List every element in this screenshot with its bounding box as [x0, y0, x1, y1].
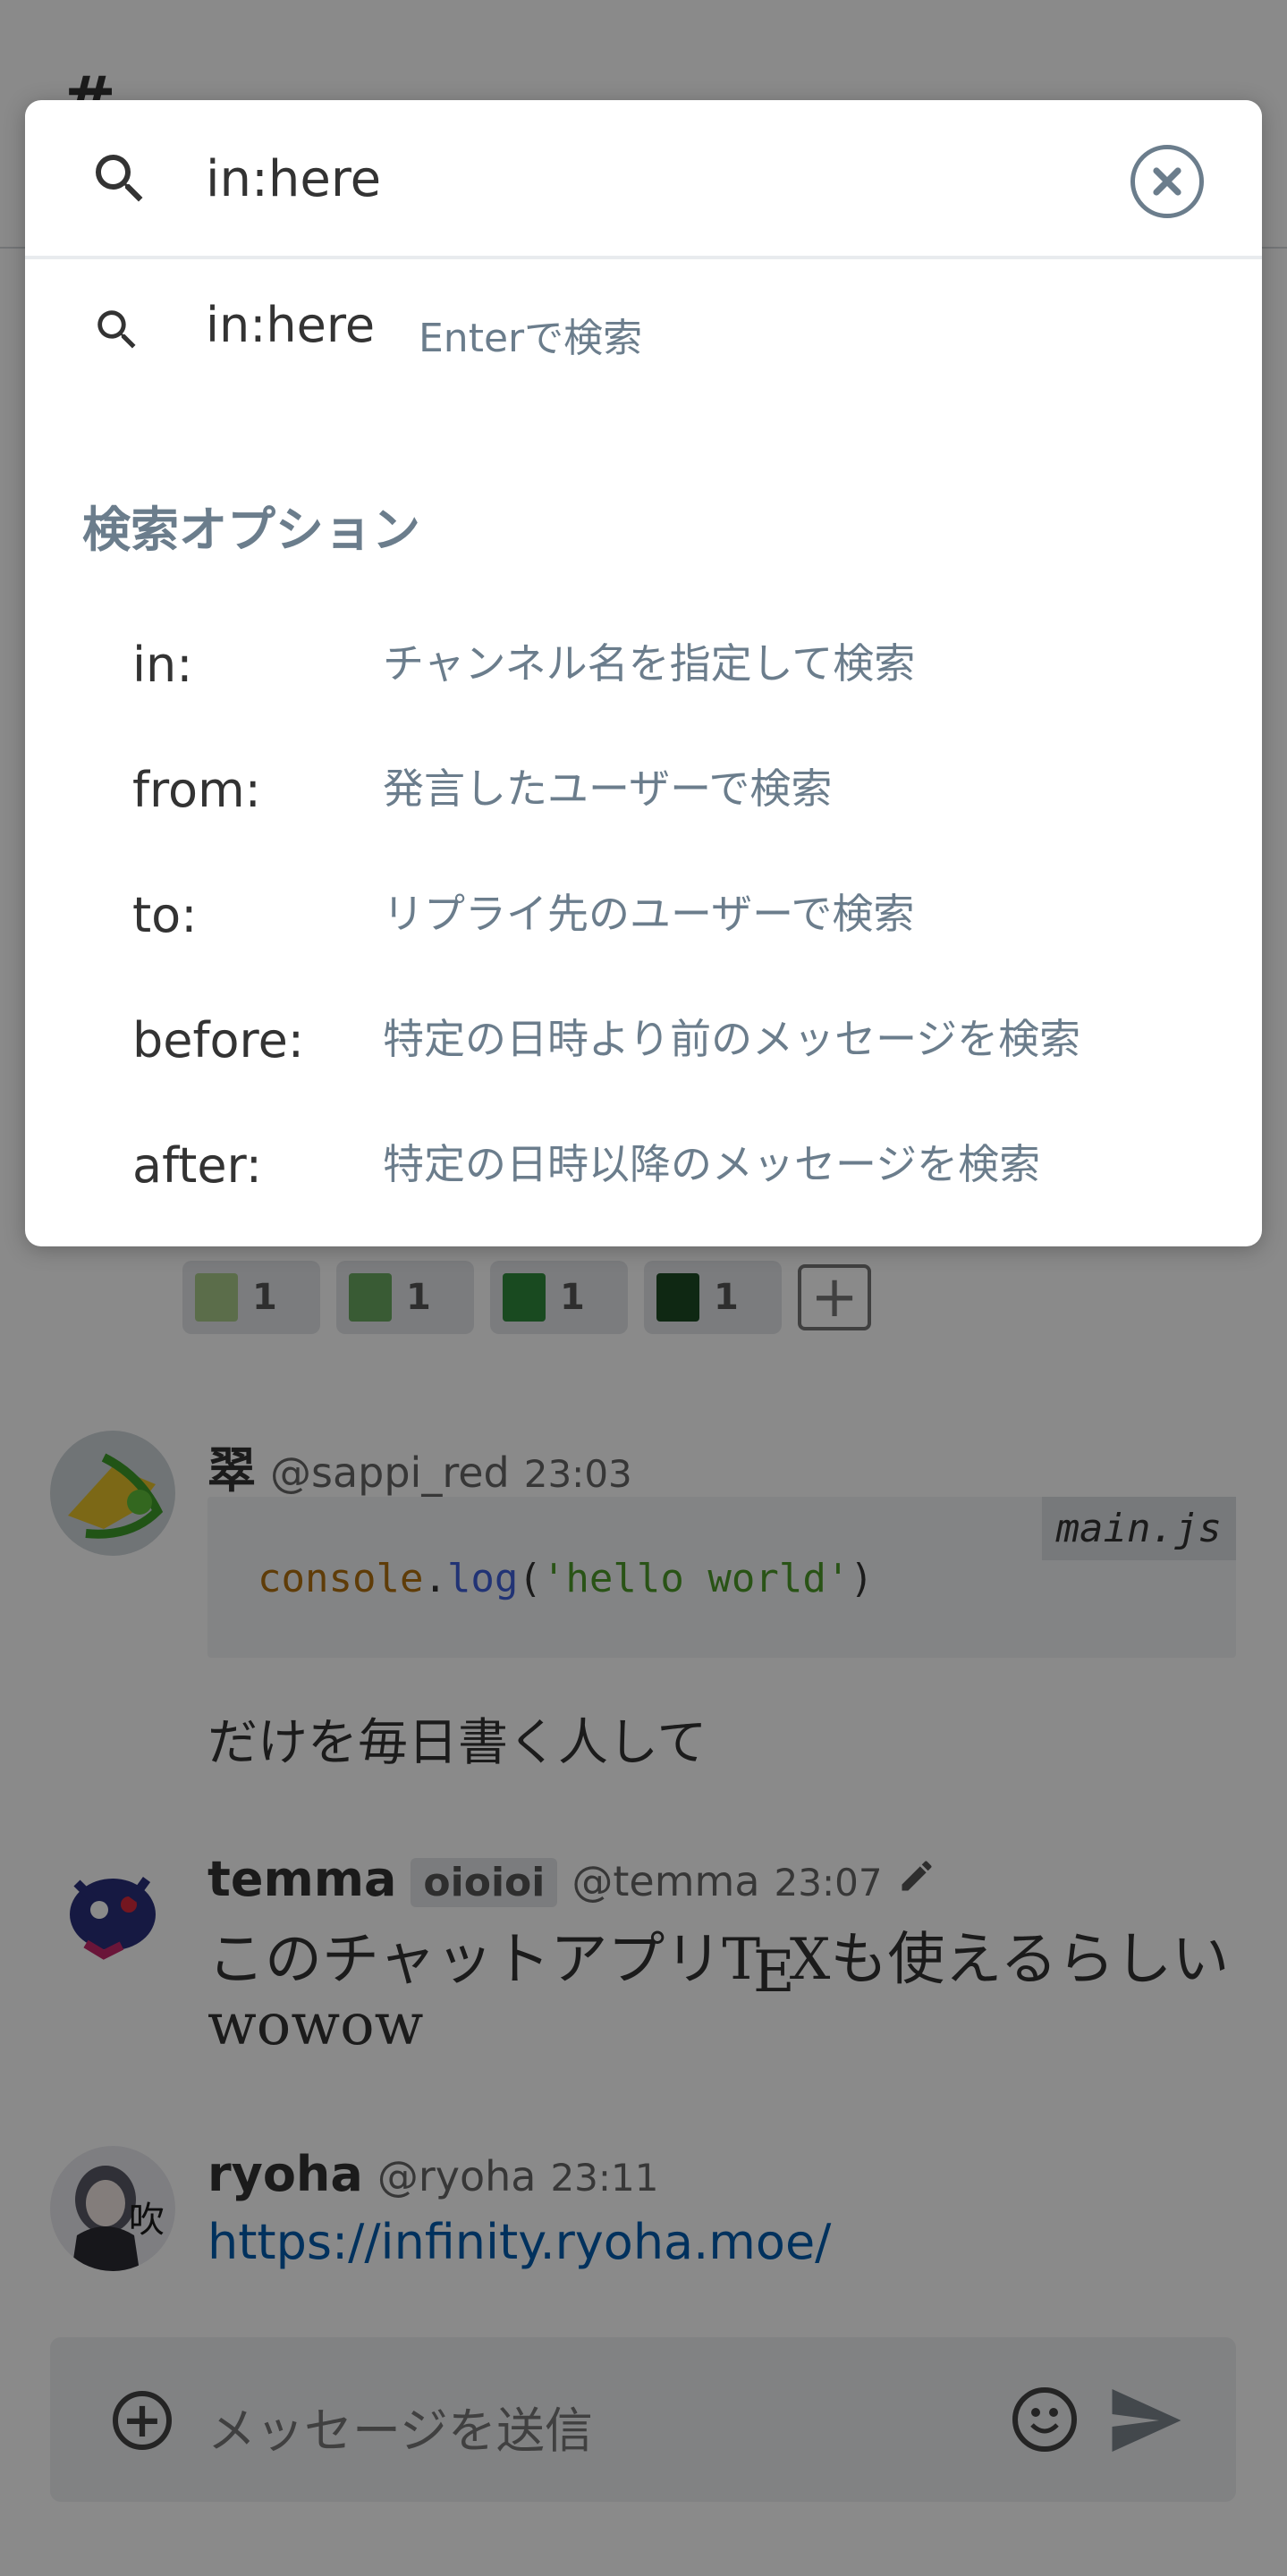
option-description: 特定の日時より前のメッセージを検索 — [383, 1015, 1081, 1063]
suggestion-hint: Enterで検索 — [419, 316, 643, 361]
option-key: in: — [132, 637, 193, 693]
option-key: after: — [132, 1137, 262, 1194]
search-bar — [25, 100, 1262, 259]
option-key: from: — [132, 762, 261, 818]
option-description: 発言したユーザーで検索 — [383, 764, 833, 813]
close-icon[interactable] — [1130, 145, 1204, 218]
option-description: リプライ先のユーザーで検索 — [383, 890, 915, 938]
search-options-title: 検索オプション — [82, 502, 420, 558]
search-input[interactable] — [206, 141, 1100, 216]
search-modal: in:here Enterで検索 検索オプション in: チャンネル名を指定して… — [25, 100, 1262, 1246]
search-option-before[interactable]: before: 特定の日時より前のメッセージを検索 — [25, 985, 1262, 1091]
search-icon — [88, 147, 152, 215]
search-option-from[interactable]: from: 発言したユーザーで検索 — [25, 735, 1262, 840]
option-description: 特定の日時以降のメッセージを検索 — [383, 1140, 1041, 1188]
search-option-to[interactable]: to: リプライ先のユーザーで検索 — [25, 860, 1262, 966]
suggestion-query: in:here — [206, 297, 376, 353]
search-option-after[interactable]: after: 特定の日時以降のメッセージを検索 — [25, 1111, 1262, 1216]
search-option-in[interactable]: in: チャンネル名を指定して検索 — [25, 610, 1262, 715]
search-icon — [91, 304, 143, 359]
option-description: チャンネル名を指定して検索 — [383, 639, 916, 688]
option-key: before: — [132, 1012, 304, 1068]
option-key: to: — [132, 887, 198, 943]
search-suggestion[interactable]: in:here Enterで検索 — [25, 277, 1262, 376]
